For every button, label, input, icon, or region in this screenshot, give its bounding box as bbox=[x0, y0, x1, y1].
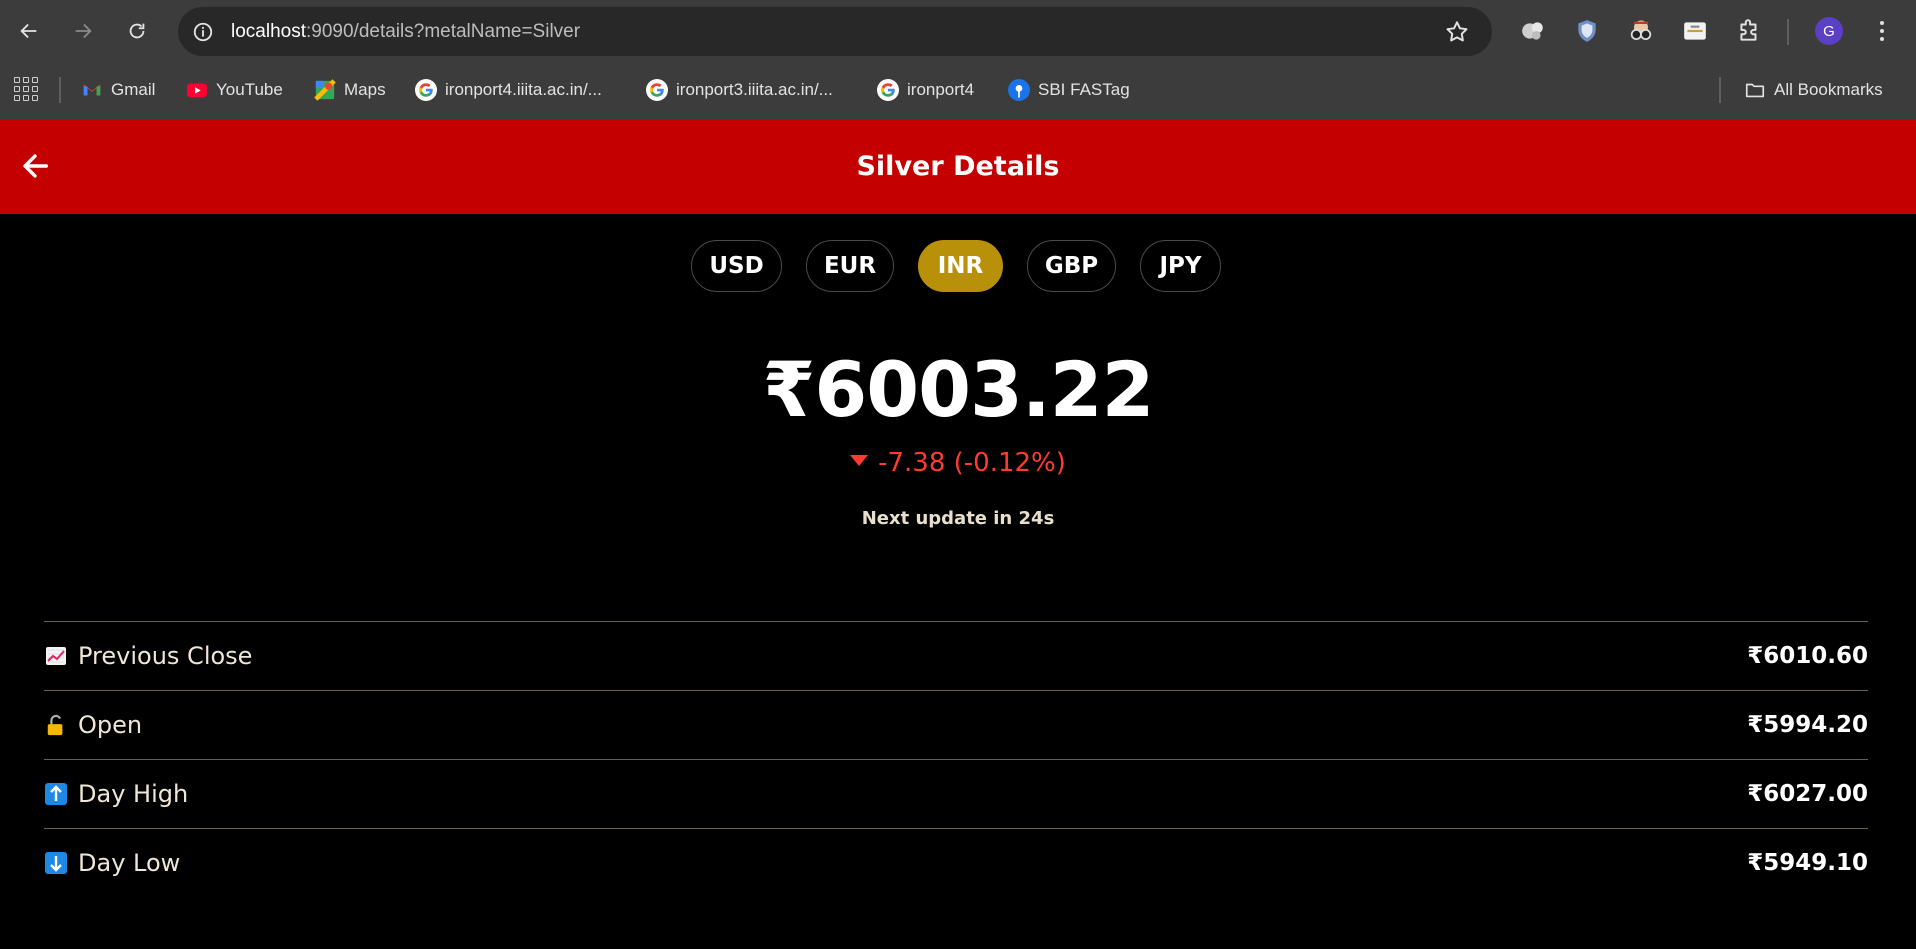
stat-value: ₹6027.00 bbox=[1747, 781, 1868, 807]
bookmark-maps[interactable]: Maps bbox=[314, 75, 386, 105]
forward-icon bbox=[75, 23, 92, 39]
extension-glasses-icon[interactable] bbox=[1624, 14, 1658, 48]
bookmark-label: YouTube bbox=[216, 80, 283, 99]
up-arrow-icon bbox=[44, 782, 68, 806]
browser-menu-icon[interactable] bbox=[1870, 17, 1894, 45]
stat-value: ₹5949.10 bbox=[1747, 850, 1868, 876]
extension-cookie-icon[interactable] bbox=[1516, 14, 1550, 48]
stat-value: ₹5994.20 bbox=[1747, 712, 1868, 738]
bookmark-ironport4-iiita[interactable]: ironport4.iiita.ac.in/... bbox=[415, 75, 602, 105]
address-bar[interactable]: localhost:9090/details?metalName=Silver bbox=[178, 7, 1492, 56]
next-update-text: Next update in 24s bbox=[861, 508, 1055, 529]
toolbar-divider bbox=[1787, 19, 1789, 45]
currency-pill-inr[interactable]: INR bbox=[918, 240, 1003, 292]
currency-pill-eur[interactable]: EUR bbox=[806, 240, 894, 292]
bookmarks-divider bbox=[1719, 77, 1721, 103]
profile-avatar[interactable]: G bbox=[1815, 17, 1843, 45]
bookmark-ironport3-iiita[interactable]: ironport3.iiita.ac.in/... bbox=[646, 75, 833, 105]
site-info-icon[interactable] bbox=[188, 17, 218, 47]
stat-label-text: Day High bbox=[78, 780, 189, 808]
url-text[interactable]: localhost:9090/details?metalName=Silver bbox=[231, 7, 580, 56]
bookmark-label: ironport3.iiita.ac.in/... bbox=[676, 80, 833, 99]
sbi-icon bbox=[1008, 79, 1030, 101]
maps-icon bbox=[314, 79, 336, 101]
bookmark-label: Maps bbox=[344, 80, 386, 99]
bookmark-label: SBI FASTag bbox=[1038, 80, 1130, 99]
all-bookmarks-label: All Bookmarks bbox=[1774, 80, 1883, 99]
google-icon bbox=[646, 79, 668, 101]
extension-card-icon[interactable] bbox=[1678, 14, 1712, 48]
browser-chrome: localhost:9090/details?metalName=Silver … bbox=[0, 0, 1916, 119]
back-button[interactable] bbox=[9, 11, 49, 51]
bookmark-label: Gmail bbox=[111, 80, 156, 99]
bookmarks-divider bbox=[59, 77, 61, 103]
stat-row-day-low: Day Low ₹5949.10 bbox=[44, 828, 1868, 897]
stat-row-day-high: Day High ₹6027.00 bbox=[44, 759, 1868, 828]
stat-row-open: Open ₹5994.20 bbox=[44, 690, 1868, 759]
bookmark-ironport4[interactable]: ironport4 bbox=[877, 75, 974, 105]
app-header: Silver Details bbox=[0, 119, 1916, 214]
chart-increasing-icon bbox=[44, 644, 68, 668]
current-price: ₹6003.22 bbox=[762, 345, 1154, 434]
unlocked-icon bbox=[44, 713, 68, 737]
forward-button[interactable] bbox=[63, 11, 103, 51]
bookmark-gmail[interactable]: Gmail bbox=[81, 75, 155, 105]
stat-label-text: Day Low bbox=[78, 849, 181, 877]
price-change-text: -7.38 (-0.12%) bbox=[878, 448, 1066, 478]
all-bookmarks-button[interactable]: All Bookmarks bbox=[1744, 75, 1883, 105]
currency-pill-gbp[interactable]: GBP bbox=[1027, 240, 1116, 292]
stat-value: ₹6010.60 bbox=[1747, 643, 1868, 669]
bookmarks-bar: Gmail YouTube Maps ironport4.iiita.ac.in… bbox=[0, 63, 1916, 119]
bookmark-sbi-fastag[interactable]: SBI FASTag bbox=[1008, 75, 1130, 105]
browser-toolbar: localhost:9090/details?metalName=Silver … bbox=[0, 0, 1916, 63]
stat-label-text: Open bbox=[78, 711, 143, 739]
stat-label-text: Previous Close bbox=[78, 642, 253, 670]
youtube-icon bbox=[186, 79, 208, 101]
down-arrow-icon bbox=[44, 851, 68, 875]
folder-icon bbox=[1744, 79, 1766, 101]
page-title: Silver Details bbox=[856, 151, 1060, 182]
google-icon bbox=[877, 79, 899, 101]
url-host: localhost bbox=[231, 21, 306, 42]
stat-row-previous-close: Previous Close ₹6010.60 bbox=[44, 621, 1868, 690]
bookmark-label: ironport4.iiita.ac.in/... bbox=[445, 80, 602, 99]
down-triangle-icon bbox=[850, 455, 869, 466]
gmail-icon bbox=[81, 79, 103, 101]
bookmark-label: ironport4 bbox=[907, 80, 975, 99]
price-change: -7.38 (-0.12%) bbox=[0, 448, 1916, 478]
apps-grid-icon[interactable] bbox=[14, 77, 38, 101]
currency-selector: USD EUR INR GBP JPY bbox=[0, 240, 1916, 292]
reload-button[interactable] bbox=[117, 11, 157, 51]
extensions-puzzle-icon[interactable] bbox=[1732, 14, 1766, 48]
reload-icon bbox=[129, 23, 145, 39]
currency-pill-usd[interactable]: USD bbox=[691, 240, 782, 292]
extension-shield-icon[interactable] bbox=[1570, 14, 1604, 48]
url-path: :9090/details?metalName=Silver bbox=[306, 21, 581, 42]
stats-list: Previous Close ₹6010.60 Open ₹5994.20 Da… bbox=[44, 621, 1868, 897]
currency-pill-jpy[interactable]: JPY bbox=[1140, 240, 1221, 292]
bookmark-star-icon[interactable] bbox=[1444, 19, 1470, 45]
bookmark-youtube[interactable]: YouTube bbox=[186, 75, 283, 105]
back-icon bbox=[20, 23, 37, 39]
google-icon bbox=[415, 79, 437, 101]
